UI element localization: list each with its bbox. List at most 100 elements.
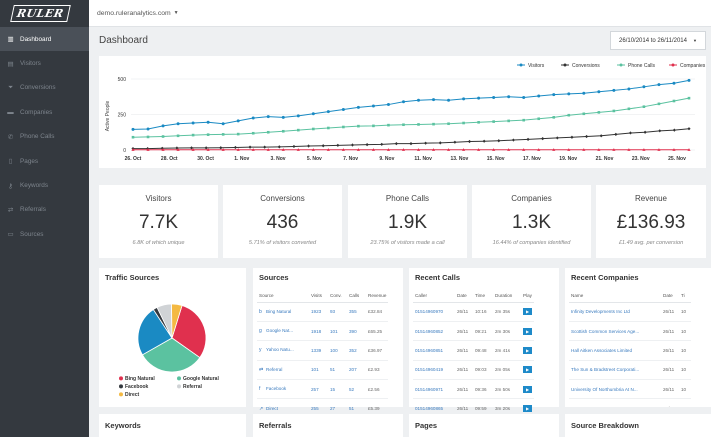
data-point[interactable] <box>541 137 545 141</box>
data-point[interactable] <box>687 78 691 82</box>
data-point[interactable] <box>492 95 496 99</box>
play-button[interactable]: ▶ <box>523 405 532 413</box>
sidebar-item-phone-calls[interactable]: ✆ Phone Calls <box>0 125 89 149</box>
pie-legend-label[interactable]: Bing Natural <box>125 376 155 382</box>
column-header[interactable]: Conv. <box>328 290 347 303</box>
data-point[interactable] <box>296 128 300 132</box>
data-point[interactable] <box>511 138 516 142</box>
column-header[interactable]: Name <box>569 290 661 303</box>
data-point[interactable] <box>176 122 180 126</box>
data-point[interactable] <box>672 128 676 132</box>
data-point[interactable] <box>131 135 135 139</box>
data-point[interactable] <box>497 139 501 143</box>
data-point[interactable] <box>526 137 530 141</box>
data-point[interactable] <box>555 136 559 140</box>
data-point[interactable] <box>570 135 574 139</box>
data-point[interactable] <box>552 93 556 97</box>
data-point[interactable] <box>277 145 281 149</box>
table-row[interactable]: b Bing Natural 1923 93 355 £32.84 <box>257 302 389 322</box>
data-point[interactable] <box>477 121 480 124</box>
data-point[interactable] <box>336 143 340 147</box>
column-header[interactable]: Date <box>661 290 679 303</box>
data-point[interactable] <box>204 146 208 150</box>
source-name-cell[interactable]: f Facebook <box>257 379 309 400</box>
data-point[interactable] <box>417 98 421 102</box>
column-header[interactable]: Visits <box>309 290 328 303</box>
source-name-cell[interactable]: y Yahoo Natu... <box>257 340 309 361</box>
data-point[interactable] <box>453 140 457 144</box>
data-point[interactable] <box>236 132 240 136</box>
data-point[interactable] <box>642 85 646 89</box>
sidebar-item-pages[interactable]: ▯ Pages <box>0 149 89 173</box>
legend-label[interactable]: Companies <box>680 63 706 69</box>
data-point[interactable] <box>386 103 390 107</box>
data-point[interactable] <box>672 81 676 85</box>
table-row[interactable]: 01514960971 26/11 09:36 2m 50s ▶ <box>413 379 534 400</box>
column-header[interactable]: Play <box>521 290 534 303</box>
data-point[interactable] <box>657 102 661 106</box>
column-header[interactable]: Source <box>257 290 309 303</box>
column-header[interactable]: Calls <box>347 290 366 303</box>
data-point[interactable] <box>507 95 511 99</box>
data-point[interactable] <box>687 96 691 100</box>
caret-down-icon[interactable]: ▼ <box>174 10 179 16</box>
data-point[interactable] <box>306 144 311 148</box>
data-point[interactable] <box>612 88 616 92</box>
source-name-cell[interactable]: b Bing Natural <box>257 302 309 322</box>
data-point[interactable] <box>350 143 355 147</box>
data-point[interactable] <box>326 110 330 114</box>
table-row[interactable]: 01514960970 26/11 10:16 2m 35s ▶ <box>413 302 534 322</box>
data-point[interactable] <box>380 142 384 146</box>
data-point[interactable] <box>522 95 526 99</box>
column-header[interactable]: Revenue <box>366 290 389 303</box>
data-point[interactable] <box>221 133 225 136</box>
sidebar-item-companies[interactable]: ▬ Companies <box>0 100 89 124</box>
data-point[interactable] <box>296 114 300 118</box>
data-point[interactable] <box>191 121 195 125</box>
data-point[interactable] <box>567 92 571 96</box>
pie-legend-label[interactable]: Direct <box>125 392 140 398</box>
data-point[interactable] <box>365 143 369 147</box>
sidebar-item-keywords[interactable]: ⚷ Keywords <box>0 173 89 197</box>
data-point[interactable] <box>492 120 495 123</box>
data-point[interactable] <box>477 96 481 100</box>
data-point[interactable] <box>627 107 631 111</box>
data-point[interactable] <box>206 120 210 124</box>
data-point[interactable] <box>371 104 375 108</box>
table-row[interactable]: University Of Northumbria At N... 26/11 10 <box>569 379 691 400</box>
data-point[interactable] <box>161 135 165 138</box>
table-row[interactable]: Infinity Developments Inc Ltd 26/11 10 <box>569 302 691 322</box>
data-point[interactable] <box>599 134 603 138</box>
data-point[interactable] <box>161 124 165 128</box>
data-point[interactable] <box>642 105 646 108</box>
pie-legend-label[interactable]: Facebook <box>125 384 149 390</box>
data-point[interactable] <box>292 144 296 149</box>
data-point[interactable] <box>567 113 571 117</box>
data-point[interactable] <box>582 91 586 95</box>
pie-legend-label[interactable]: Referral <box>183 384 203 390</box>
data-point[interactable] <box>341 108 345 112</box>
data-point[interactable] <box>424 141 428 145</box>
data-point[interactable] <box>357 124 360 128</box>
data-point[interactable] <box>146 127 150 131</box>
data-point[interactable] <box>658 129 662 133</box>
data-point[interactable] <box>597 111 601 114</box>
data-point[interactable] <box>233 145 238 150</box>
data-point[interactable] <box>447 122 450 126</box>
data-point[interactable] <box>342 125 345 129</box>
data-point[interactable] <box>191 133 195 137</box>
column-header[interactable]: Caller <box>413 290 455 303</box>
table-row[interactable]: The Sun & Bradstreet Corporati... 26/11 10 <box>569 360 691 381</box>
data-point[interactable] <box>597 90 601 94</box>
data-point[interactable] <box>221 122 225 126</box>
data-point[interactable] <box>387 123 390 127</box>
play-button[interactable]: ▶ <box>523 346 532 354</box>
data-point[interactable] <box>327 126 330 130</box>
data-point[interactable] <box>417 123 420 126</box>
column-header[interactable]: Duration <box>493 290 521 303</box>
data-point[interactable] <box>248 145 252 149</box>
data-point[interactable] <box>614 132 618 136</box>
ruler-logo[interactable]: RULER <box>0 0 89 27</box>
play-button[interactable]: ▶ <box>523 327 532 335</box>
data-point[interactable] <box>146 135 150 139</box>
